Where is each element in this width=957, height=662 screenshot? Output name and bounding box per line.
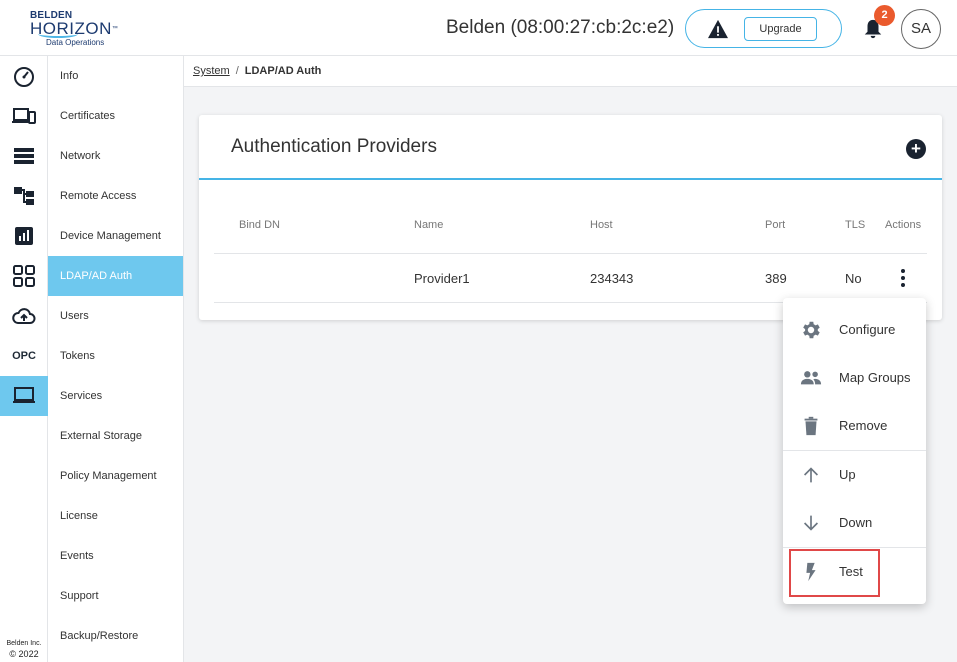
menu-item-remove[interactable]: Remove	[783, 402, 926, 450]
menu-label-down: Down	[839, 515, 873, 530]
subnav-item-device-management[interactable]: Device Management	[48, 216, 183, 256]
add-provider-button[interactable]: +	[906, 139, 926, 159]
menu-label-remove: Remove	[839, 418, 888, 433]
subnav-item-certificates[interactable]: Certificates	[48, 96, 183, 136]
subnav-item-remote-access[interactable]: Remote Access	[48, 176, 183, 216]
rail-analytics[interactable]	[0, 216, 48, 256]
rail-opc[interactable]: OPC	[0, 336, 48, 376]
devices-icon	[12, 108, 36, 124]
trash-icon	[804, 416, 818, 436]
arrow-up-icon	[803, 467, 819, 483]
upgrade-alert-pill: Upgrade	[685, 9, 842, 48]
column-header-port: Port	[765, 219, 786, 231]
menu-label-configure: Configure	[839, 322, 896, 337]
table-header-divider	[214, 253, 927, 254]
belden-horizon-logo[interactable]: BELDEN HORIZON™ Data Operations	[30, 10, 120, 48]
system-subnav: Info Certificates Network Remote Access …	[48, 56, 184, 662]
apps-grid-icon	[13, 265, 35, 287]
topology-icon	[14, 187, 34, 205]
menu-item-down[interactable]: Down	[783, 499, 926, 547]
subnav-item-license[interactable]: License	[48, 496, 183, 536]
subnav-item-network[interactable]: Network	[48, 136, 183, 176]
column-header-host: Host	[590, 219, 613, 231]
column-header-tls: TLS	[845, 219, 866, 231]
rail-system[interactable]	[0, 376, 48, 416]
cell-port: 389	[765, 271, 787, 286]
breadcrumb-separator: /	[235, 65, 239, 77]
cell-tls: No	[845, 271, 862, 286]
card-title: Authentication Providers	[231, 136, 437, 157]
user-avatar[interactable]: SA	[901, 9, 941, 49]
rail-cloud-upload[interactable]	[0, 296, 48, 336]
subnav-item-events[interactable]: Events	[48, 536, 183, 576]
rail-devices[interactable]	[0, 96, 48, 136]
dashboard-gauge-icon	[14, 67, 34, 87]
subnav-item-services[interactable]: Services	[48, 376, 183, 416]
breadcrumb-system-link[interactable]: System	[193, 65, 230, 77]
column-header-bind-dn: Bind DN	[239, 219, 280, 231]
subnav-item-tokens[interactable]: Tokens	[48, 336, 183, 376]
cell-host: 234343	[590, 271, 634, 286]
menu-label-up: Up	[839, 467, 856, 482]
authentication-providers-card: Authentication Providers + Bind DN Name …	[199, 115, 942, 320]
menu-item-map-groups[interactable]: Map Groups	[783, 354, 926, 402]
menu-item-up[interactable]: Up	[783, 451, 926, 499]
column-header-actions: Actions	[885, 219, 922, 231]
cloud-upload-icon	[12, 308, 36, 324]
subnav-item-ldap-ad-auth[interactable]: LDAP/AD Auth	[48, 256, 183, 296]
subnav-item-backup-restore[interactable]: Backup/Restore	[48, 616, 183, 656]
rail-list[interactable]	[0, 136, 48, 176]
subnav-item-users[interactable]: Users	[48, 296, 183, 336]
rail-apps[interactable]	[0, 256, 48, 296]
row-actions-kebab-icon[interactable]	[896, 268, 910, 288]
breadcrumb-current: LDAP/AD Auth	[244, 65, 322, 77]
arrow-down-icon	[803, 515, 819, 531]
laptop-icon	[13, 387, 35, 403]
rail-topology[interactable]	[0, 176, 48, 216]
subnav-item-support[interactable]: Support	[48, 576, 183, 616]
logo-swoosh	[38, 30, 78, 38]
test-highlight-box	[789, 549, 880, 597]
menu-item-configure[interactable]: Configure	[783, 306, 926, 354]
column-header-name: Name	[414, 219, 444, 231]
icon-rail: OPC Belden Inc. © 2022	[0, 56, 48, 662]
opc-icon: OPC	[12, 350, 36, 362]
people-icon	[800, 371, 822, 385]
subnav-item-external-storage[interactable]: External Storage	[48, 416, 183, 456]
logo-line3: Data Operations	[46, 38, 105, 47]
list-icon	[14, 148, 34, 164]
rail-dashboard[interactable]	[0, 56, 48, 96]
cell-name: Provider1	[414, 271, 470, 286]
device-title: Belden (08:00:27:cb:2c:e2)	[446, 17, 675, 38]
warning-icon	[708, 19, 728, 39]
notification-count-badge: 2	[874, 5, 895, 26]
subnav-item-policy-management[interactable]: Policy Management	[48, 456, 183, 496]
upgrade-button[interactable]: Upgrade	[744, 17, 817, 41]
row-actions-menu: Configure Map Groups Remove Up Down Test	[783, 298, 926, 604]
copyright: Belden Inc. © 2022	[6, 640, 42, 659]
breadcrumb: System / LDAP/AD Auth	[184, 56, 957, 87]
top-header: BELDEN HORIZON™ Data Operations Belden (…	[0, 0, 957, 56]
card-header-divider	[199, 178, 942, 180]
menu-label-map-groups: Map Groups	[839, 370, 911, 385]
gear-icon	[803, 321, 820, 339]
analytics-chart-icon	[15, 227, 33, 245]
subnav-item-info[interactable]: Info	[48, 56, 183, 96]
